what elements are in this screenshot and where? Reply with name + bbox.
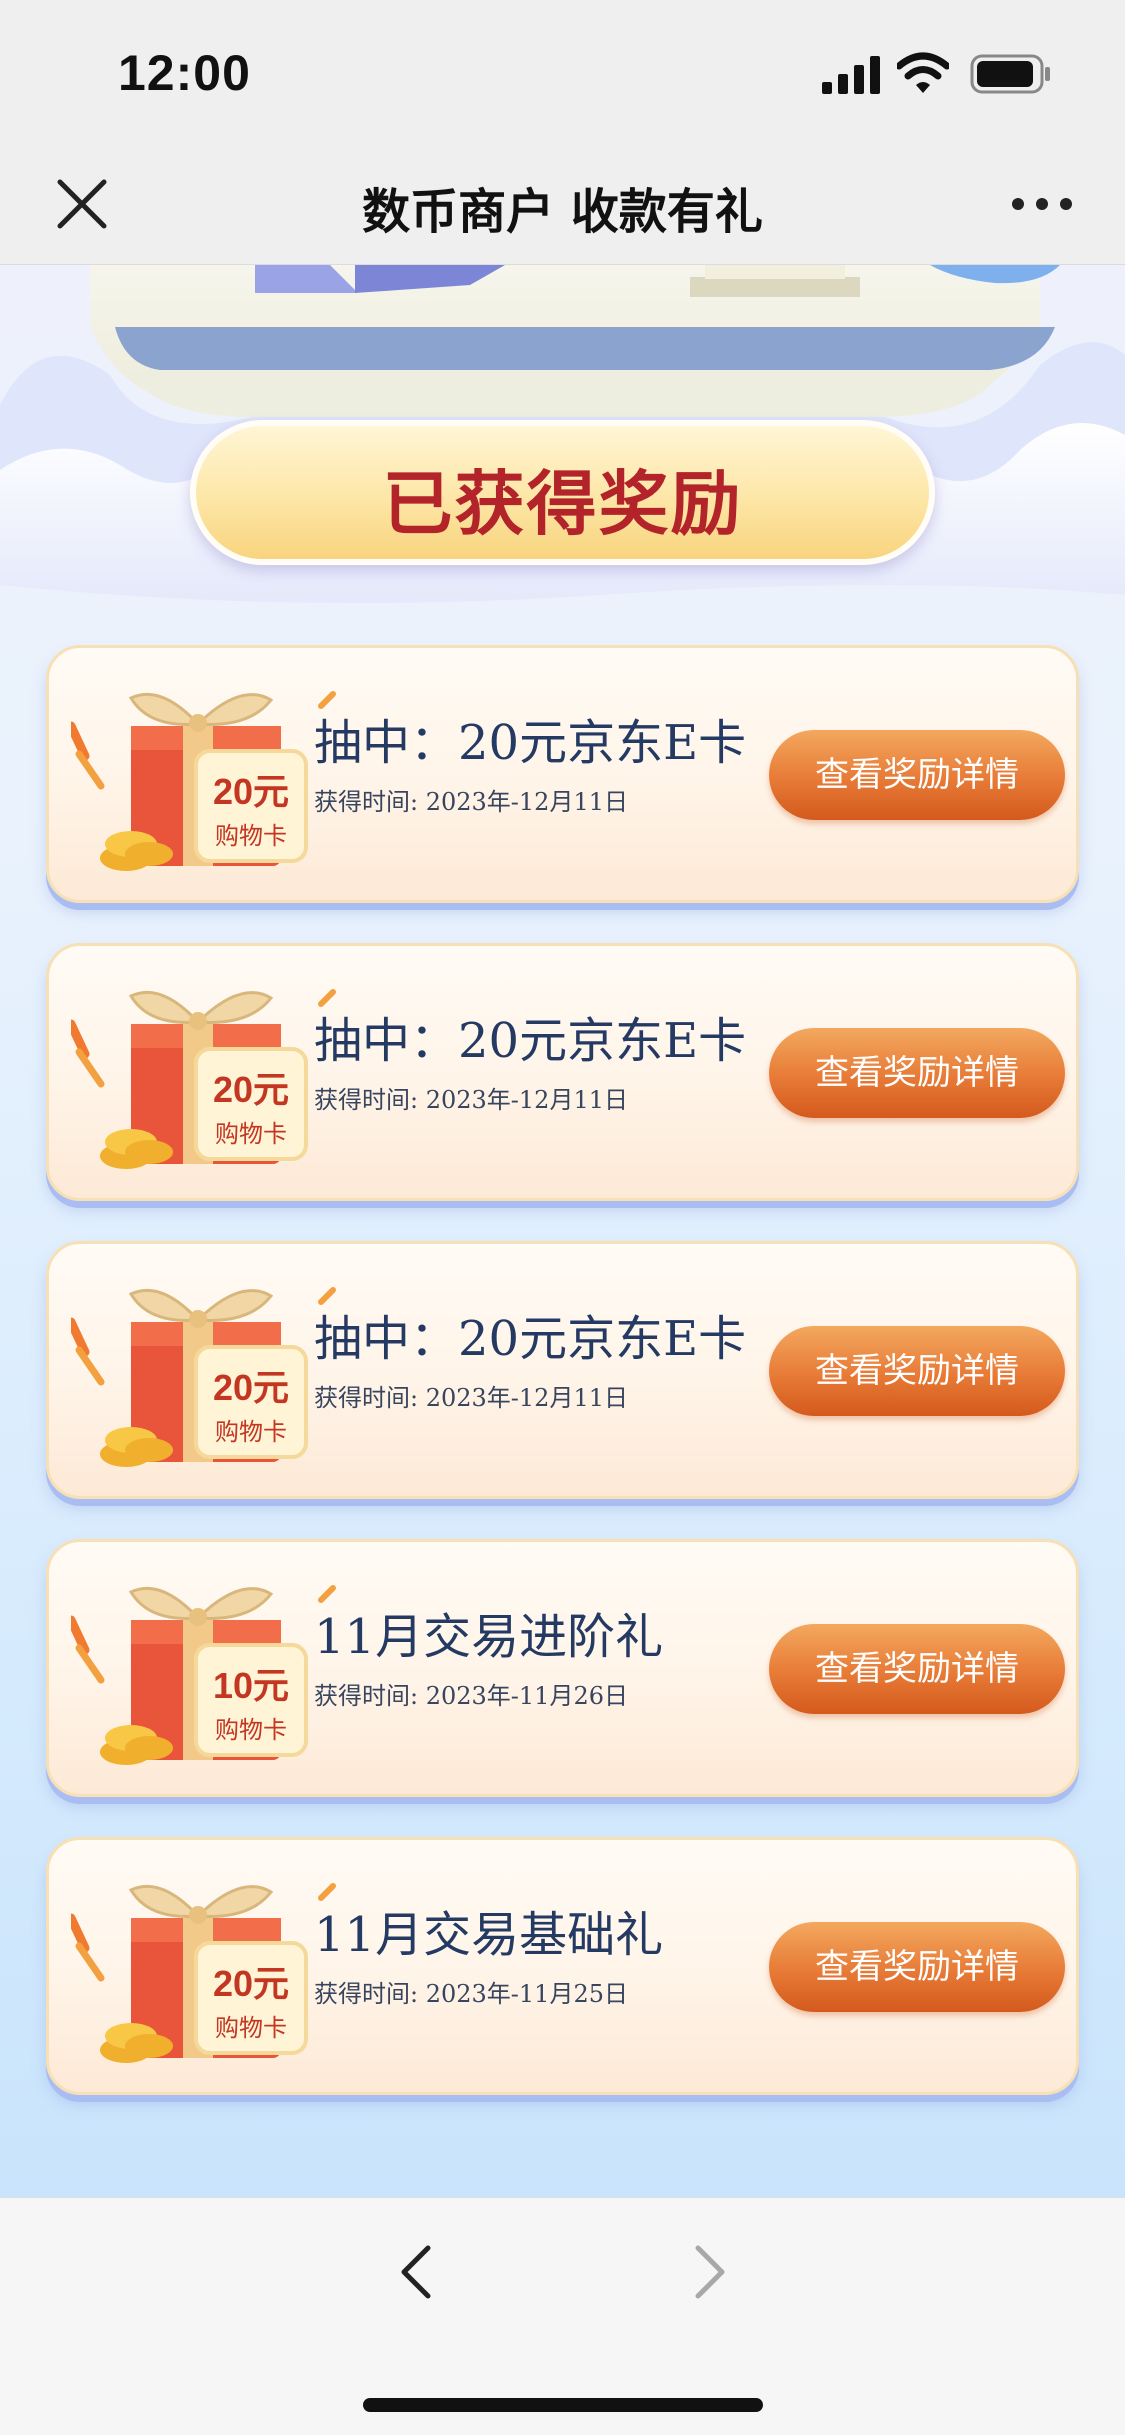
status-time: 12:00 xyxy=(118,45,251,101)
reward-time: 获得时间: 2023年-12月11日 xyxy=(314,1086,628,1114)
home-indicator[interactable] xyxy=(363,2398,763,2412)
view-reward-details-button[interactable]: 查看奖励详情 xyxy=(769,1922,1065,2012)
nav-bar: 数币商户 收款有礼 xyxy=(0,150,1125,265)
reward-time: 获得时间: 2023年-12月11日 xyxy=(314,1384,628,1412)
gift-amount: 20元 xyxy=(213,771,289,812)
gift-label: 购物卡 xyxy=(215,1716,287,1744)
gift-card-icon: 20元 购物卡 xyxy=(71,1883,336,2063)
rewards-content: 已获得奖励 20元 购物卡 抽中：20元京东E卡 获得时间: 2023年-12月… xyxy=(0,265,1125,2197)
status-bar: 12:00 xyxy=(0,0,1125,150)
reward-card: 20元 购物卡 抽中：20元京东E卡 获得时间: 2023年-12月11日 查看… xyxy=(46,943,1079,1201)
gift-amount: 20元 xyxy=(213,1367,289,1408)
wifi-icon xyxy=(897,52,949,93)
reward-card: 20元 购物卡 11月交易基础礼 获得时间: 2023年-11月25日 查看奖励… xyxy=(46,1837,1079,2095)
reward-title: 抽中：20元京东E卡 xyxy=(314,715,747,771)
cellular-signal-icon xyxy=(822,56,880,94)
rewards-earned-banner: 已获得奖励 xyxy=(190,420,935,565)
gift-amount: 10元 xyxy=(213,1665,289,1706)
battery-icon xyxy=(970,54,1050,94)
gift-card-icon: 10元 购物卡 xyxy=(71,1585,336,1765)
more-options-icon[interactable] xyxy=(1010,184,1074,224)
reward-card: 10元 购物卡 11月交易进阶礼 获得时间: 2023年-11月26日 查看奖励… xyxy=(46,1539,1079,1797)
reward-time: 获得时间: 2023年-11月26日 xyxy=(314,1682,628,1710)
page-title: 数币商户 收款有礼 xyxy=(362,184,763,240)
reward-title: 11月交易进阶礼 xyxy=(314,1609,664,1665)
view-reward-details-button[interactable]: 查看奖励详情 xyxy=(769,1624,1065,1714)
reward-time: 获得时间: 2023年-12月11日 xyxy=(314,788,628,816)
reward-title: 抽中：20元京东E卡 xyxy=(314,1311,747,1367)
rewards-earned-title: 已获得奖励 xyxy=(382,463,743,545)
back-arrow-icon[interactable] xyxy=(396,2242,436,2302)
reward-time: 获得时间: 2023年-11月25日 xyxy=(314,1980,628,2008)
gift-label: 购物卡 xyxy=(215,2014,287,2042)
gift-label: 购物卡 xyxy=(215,822,287,850)
gift-card-icon: 20元 购物卡 xyxy=(71,1287,336,1467)
reward-card: 20元 购物卡 抽中：20元京东E卡 获得时间: 2023年-12月11日 查看… xyxy=(46,1241,1079,1499)
reward-title: 11月交易基础礼 xyxy=(314,1907,664,1963)
reward-card: 20元 购物卡 抽中：20元京东E卡 获得时间: 2023年-12月11日 查看… xyxy=(46,645,1079,903)
forward-arrow-icon[interactable] xyxy=(690,2242,730,2302)
gift-label: 购物卡 xyxy=(215,1418,287,1446)
gift-label: 购物卡 xyxy=(215,1120,287,1148)
browser-toolbar xyxy=(0,2197,1125,2435)
gift-card-icon: 20元 购物卡 xyxy=(71,989,336,1169)
reward-title: 抽中：20元京东E卡 xyxy=(314,1013,747,1069)
view-reward-details-button[interactable]: 查看奖励详情 xyxy=(769,730,1065,820)
gift-card-icon: 20元 购物卡 xyxy=(71,691,336,871)
gift-amount: 20元 xyxy=(213,1963,289,2004)
gift-amount: 20元 xyxy=(213,1069,289,1110)
view-reward-details-button[interactable]: 查看奖励详情 xyxy=(769,1028,1065,1118)
view-reward-details-button[interactable]: 查看奖励详情 xyxy=(769,1326,1065,1416)
